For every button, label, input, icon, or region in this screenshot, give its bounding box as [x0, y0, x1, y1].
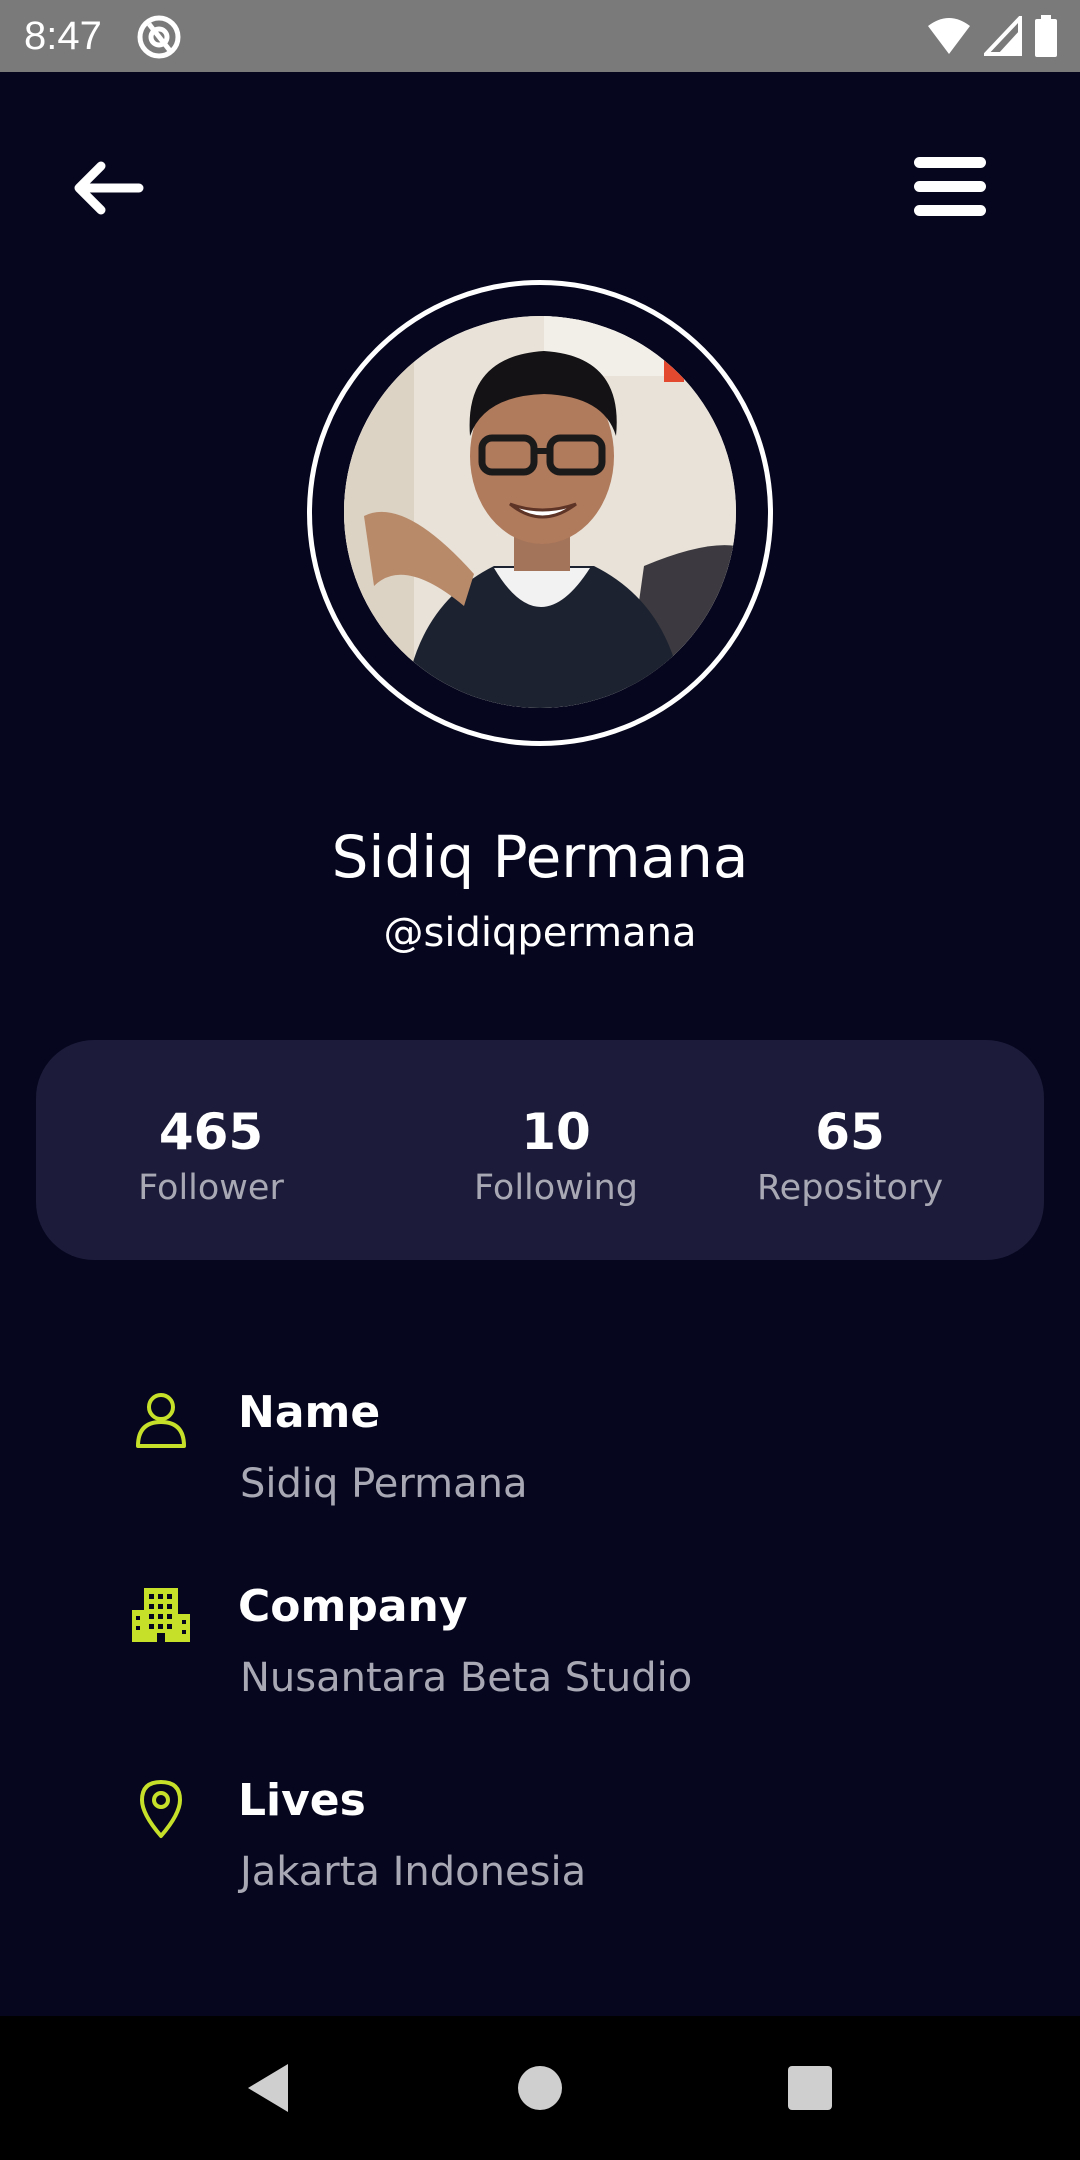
detail-row-company: Company Nusantara Beta Studio — [0, 1576, 1080, 1736]
triangle-back-icon — [248, 2064, 288, 2112]
avatar — [344, 316, 736, 708]
system-navigation-bar — [0, 2016, 1080, 2160]
profile-handle: @sidiqpermana — [383, 910, 697, 956]
circle-home-icon — [518, 2066, 562, 2110]
stat-follower[interactable]: 465 Follower — [36, 1040, 346, 1260]
hamburger-menu-icon — [914, 157, 986, 216]
stat-repository[interactable]: 65 Repository — [666, 1040, 1066, 1260]
user-icon — [136, 1393, 186, 1448]
status-time: 8:47 — [24, 14, 102, 58]
battery-icon — [1035, 15, 1057, 57]
detail-value: Sidiq Permana — [240, 1461, 528, 1507]
stat-value: 465 — [158, 1103, 264, 1161]
wifi-icon — [928, 18, 970, 54]
detail-value: Nusantara Beta Studio — [240, 1655, 693, 1701]
status-icons — [926, 14, 1058, 58]
nav-recents-button[interactable] — [774, 2052, 846, 2124]
detail-title: Lives — [238, 1775, 366, 1826]
stats-card: 465 Follower 10 Following 65 Repository — [36, 1040, 1044, 1260]
arrow-left-icon — [74, 161, 144, 215]
square-recents-icon — [788, 2066, 832, 2110]
status-bar: 8:47 — [0, 0, 1080, 72]
back-button[interactable] — [62, 148, 152, 228]
cellular-signal-icon — [984, 16, 1022, 56]
stat-label: Repository — [756, 1168, 944, 1208]
detail-value: Jakarta Indonesia — [240, 1849, 587, 1895]
menu-button[interactable] — [900, 142, 1000, 232]
location-pin-icon — [140, 1780, 182, 1838]
detail-title: Company — [238, 1581, 468, 1632]
detail-title: Name — [238, 1387, 381, 1438]
building-icon — [132, 1588, 190, 1642]
detail-row-lives: Lives Jakarta Indonesia — [0, 1770, 1080, 1930]
profile-photo — [344, 316, 736, 708]
stat-label: Follower — [138, 1168, 284, 1208]
profile-screen: Sidiq Permana @sidiqpermana 465 Follower… — [0, 72, 1080, 2016]
detail-row-name: Name Sidiq Permana — [0, 1382, 1080, 1542]
profile-name: Sidiq Permana — [331, 823, 749, 891]
nav-back-button[interactable] — [232, 2052, 304, 2124]
stat-value: 65 — [815, 1103, 885, 1161]
at-sign-icon — [137, 15, 181, 59]
nav-home-button[interactable] — [504, 2052, 576, 2124]
